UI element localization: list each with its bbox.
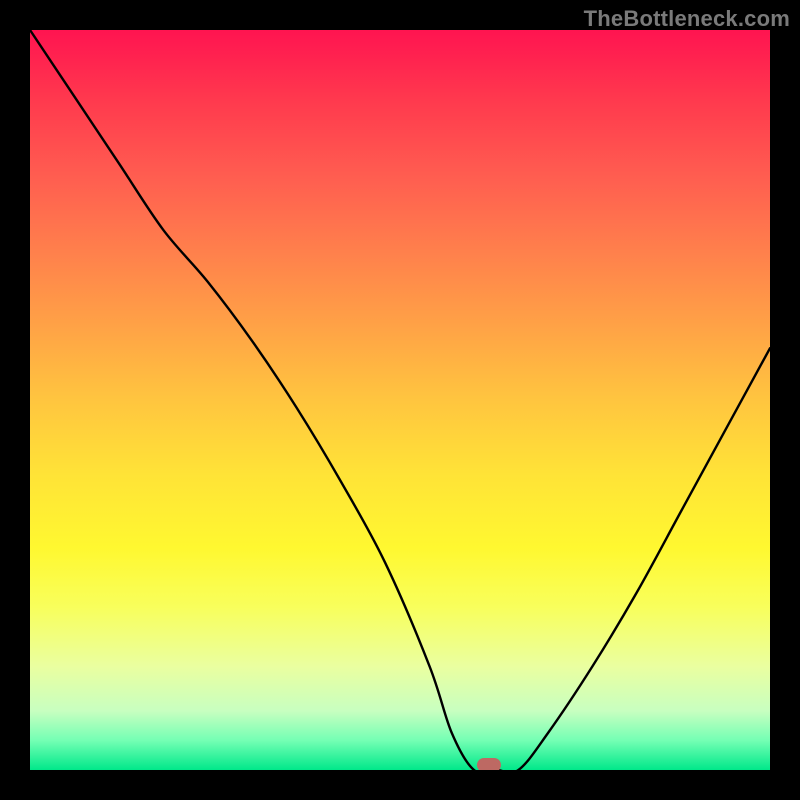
bottleneck-curve-path [30, 30, 770, 770]
bottleneck-chart: TheBottleneck.com [0, 0, 800, 800]
curve-svg [30, 30, 770, 770]
optimal-marker [477, 758, 501, 770]
watermark-text: TheBottleneck.com [584, 6, 790, 32]
plot-area [30, 30, 770, 770]
